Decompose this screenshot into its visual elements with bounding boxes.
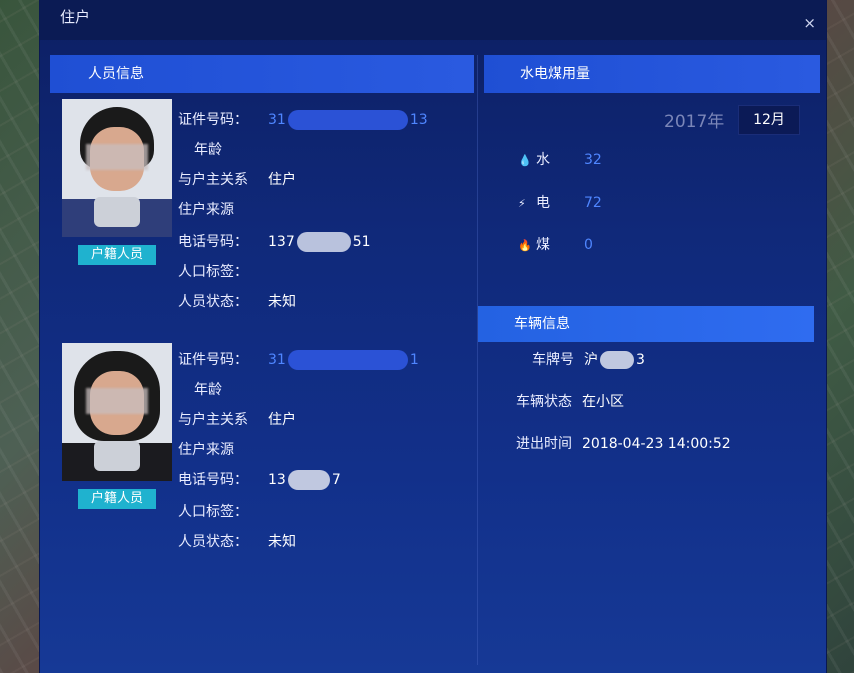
access-time-row: 进出时间 2018-04-23 14:00:52 — [516, 433, 731, 453]
redaction-mask — [287, 110, 408, 130]
population-tag-row: 人口标签： — [178, 261, 248, 281]
source-label: 住户来源 — [178, 442, 234, 458]
vehicle-status-label: 车辆状态 — [516, 394, 572, 410]
population-tag-row: 人口标签： — [178, 501, 248, 521]
water-label: 水 — [536, 152, 550, 168]
year-selector[interactable]: 2017年 — [664, 107, 724, 132]
electricity-value: 72 — [584, 195, 602, 211]
utility-usage-header: 水电煤用量 — [484, 55, 820, 93]
water-usage-row: 💧 水 32 — [518, 149, 602, 169]
age-row: 年龄 — [194, 379, 222, 399]
source-label: 住户来源 — [178, 202, 234, 218]
status-label: 人员状态： — [178, 534, 248, 550]
phone-row: 电话号码： 13 7 — [178, 469, 341, 490]
redaction-mask — [296, 232, 351, 252]
access-time-label: 进出时间 — [516, 436, 572, 452]
redaction-mask — [287, 470, 330, 490]
plate-row: 车牌号沪 3 — [532, 349, 645, 369]
relation-label: 与户主关系 — [178, 412, 248, 428]
relation-label: 与户主关系 — [178, 172, 248, 188]
phone-label: 电话号码： — [178, 472, 248, 488]
relation-value: 住户 — [268, 412, 296, 428]
utility-usage-panel: 水电煤用量 2017年 12月 💧 水 32 ⚡ 电 72 🔥 煤 0 车辆信息 车牌号沪 3… — [478, 55, 820, 665]
source-row: 住户来源 — [178, 199, 234, 219]
household-badge: 户籍人员 — [78, 245, 156, 265]
id-number-prefix: 31 — [268, 112, 286, 128]
panel-divider — [477, 55, 478, 665]
status-value: 未知 — [268, 294, 296, 310]
phone-prefix: 13 — [268, 472, 286, 488]
phone-prefix: 137 — [268, 234, 295, 250]
gas-usage-row: 🔥 煤 0 — [518, 234, 593, 254]
phone-suffix: 51 — [352, 234, 371, 250]
person-card: 户籍人员 证件号码： 31 1 年龄 与户主关系 住户 住户来源 电话号码： 13 7 人… — [62, 343, 482, 573]
vehicle-info-header: 车辆信息 — [478, 306, 814, 342]
source-row: 住户来源 — [178, 439, 234, 459]
vehicle-status-row: 车辆状态 在小区 — [516, 391, 624, 411]
household-badge: 户籍人员 — [78, 489, 156, 509]
status-value: 未知 — [268, 534, 296, 550]
id-number-suffix: 13 — [409, 112, 428, 128]
relation-value: 住户 — [268, 172, 296, 188]
redaction-mask — [287, 350, 408, 370]
month-selector[interactable]: 12月 — [738, 105, 800, 135]
plate-suffix: 3 — [636, 352, 645, 368]
redaction-mask — [600, 351, 634, 369]
close-icon[interactable]: × — [803, 14, 816, 32]
id-number-row: 证件号码： 31 13 — [178, 109, 428, 130]
phone-row: 电话号码： 137 51 — [178, 231, 371, 252]
person-photo — [62, 99, 172, 237]
gas-label: 煤 — [536, 237, 550, 253]
resident-dialog: 住户 × 人员信息 户籍人员 证件号码： 31 13 年龄 与户主关系 住户 住户来源 — [40, 0, 826, 673]
lightning-icon: ⚡ — [518, 197, 526, 210]
person-info-panel: 人员信息 户籍人员 证件号码： 31 13 年龄 与户主关系 住户 住户来源 电话号码… — [50, 55, 474, 665]
vehicle-status-value: 在小区 — [582, 394, 624, 410]
plate-prefix: 沪 — [584, 352, 598, 368]
phone-suffix: 7 — [331, 472, 341, 488]
date-selector: 2017年 12月 — [484, 105, 820, 137]
status-label: 人员状态： — [178, 294, 248, 310]
status-row: 人员状态： 未知 — [178, 531, 296, 551]
person-card: 户籍人员 证件号码： 31 13 年龄 与户主关系 住户 住户来源 电话号码： 137 5… — [62, 99, 482, 329]
person-info-header: 人员信息 — [50, 55, 474, 93]
id-number-suffix: 1 — [409, 352, 419, 368]
phone-label: 电话号码： — [178, 234, 248, 250]
plate-label: 车牌号 — [532, 352, 574, 368]
population-tag-label: 人口标签： — [178, 264, 248, 280]
gas-value: 0 — [584, 237, 593, 253]
water-drop-icon: 💧 — [518, 154, 532, 167]
flame-icon: 🔥 — [518, 239, 532, 252]
age-row: 年龄 — [194, 139, 222, 159]
id-number-label: 证件号码： — [178, 112, 248, 128]
electricity-usage-row: ⚡ 电 72 — [518, 192, 602, 212]
id-number-label: 证件号码： — [178, 352, 248, 368]
person-photo — [62, 343, 172, 481]
age-label: 年龄 — [194, 382, 222, 398]
relation-row: 与户主关系 住户 — [178, 169, 296, 189]
electricity-label: 电 — [536, 195, 550, 211]
relation-row: 与户主关系 住户 — [178, 409, 296, 429]
population-tag-label: 人口标签： — [178, 504, 248, 520]
status-row: 人员状态： 未知 — [178, 291, 296, 311]
dialog-titlebar: 住户 × — [40, 0, 826, 40]
id-number-row: 证件号码： 31 1 — [178, 349, 419, 370]
water-value: 32 — [584, 152, 602, 168]
dialog-title: 住户 — [60, 8, 91, 26]
age-label: 年龄 — [194, 142, 222, 158]
id-number-prefix: 31 — [268, 352, 286, 368]
access-time-value: 2018-04-23 14:00:52 — [582, 436, 731, 452]
